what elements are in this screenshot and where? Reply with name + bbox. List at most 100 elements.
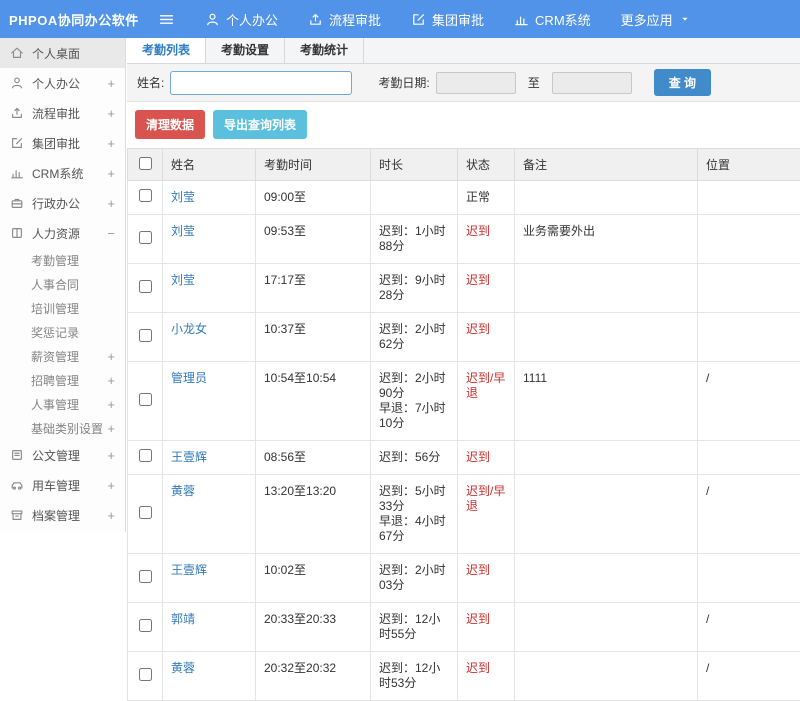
sidebar-subitem-training-management[interactable]: 培训管理	[0, 296, 125, 320]
flow-icon	[308, 12, 323, 27]
sidebar-item-human-resources[interactable]: 人力资源−	[0, 218, 125, 248]
nav-item-more-apps[interactable]: 更多应用	[621, 10, 691, 29]
expand-toggle-icon[interactable]: +	[107, 479, 115, 492]
expand-toggle-icon[interactable]: +	[107, 107, 115, 120]
row-checkbox[interactable]	[139, 393, 152, 406]
employee-name-link[interactable]: 刘莹	[171, 190, 195, 204]
status-text: 迟到	[466, 273, 490, 287]
row-checkbox[interactable]	[139, 619, 152, 632]
expand-toggle-icon[interactable]: +	[107, 374, 115, 387]
status-cell: 迟到	[458, 554, 515, 603]
sidebar-subitem-salary-management[interactable]: 薪资管理+	[0, 344, 125, 368]
name-cell: 黄蓉	[163, 652, 256, 701]
expand-toggle-icon[interactable]: +	[107, 509, 115, 522]
sidebar-subitem-hr-contract[interactable]: 人事合同	[0, 272, 125, 296]
sidebar-item-archive-management[interactable]: 档案管理+	[0, 500, 125, 530]
expand-toggle-icon[interactable]: +	[107, 197, 115, 210]
employee-name-link[interactable]: 黄蓉	[171, 661, 195, 675]
sidebar-item-group-approval[interactable]: 集团审批+	[0, 128, 125, 158]
time-cell: 17:17至	[256, 264, 371, 313]
remark-cell	[515, 554, 698, 603]
employee-name-link[interactable]: 刘莹	[171, 273, 195, 287]
export-list-button[interactable]: 导出查询列表	[213, 110, 307, 139]
table-row: 小龙女10:37至迟到：2小时62分迟到	[128, 313, 800, 362]
duration-cell: 迟到：2小时03分	[371, 554, 458, 603]
employee-name-link[interactable]: 黄蓉	[171, 484, 195, 498]
row-checkbox[interactable]	[139, 280, 152, 293]
row-checkbox[interactable]	[139, 570, 152, 583]
row-checkbox[interactable]	[139, 329, 152, 342]
select-all-checkbox[interactable]	[139, 157, 152, 170]
sidebar-item-personal-office[interactable]: 个人办公 +	[0, 68, 125, 98]
location-cell	[698, 264, 800, 313]
tab-attendance-stats[interactable]: 考勤统计	[285, 38, 364, 63]
sidebar-subitem-base-category-settings[interactable]: 基础类别设置+	[0, 416, 125, 440]
sidebar-subitem-reward-records[interactable]: 奖惩记录	[0, 320, 125, 344]
nav-item-crm-system[interactable]: CRM系统	[514, 10, 591, 29]
row-checkbox[interactable]	[139, 506, 152, 519]
sidebar-subitem-attendance-management[interactable]: 考勤管理	[0, 248, 125, 272]
name-cell: 刘莹	[163, 181, 256, 215]
sidebar-item-admin-office[interactable]: 行政办公+	[0, 188, 125, 218]
expand-toggle-icon[interactable]: +	[107, 422, 115, 435]
tab-attendance-list[interactable]: 考勤列表	[127, 38, 206, 63]
row-checkbox[interactable]	[139, 189, 152, 202]
name-cell: 黄蓉	[163, 475, 256, 554]
row-checkbox-cell	[128, 652, 163, 701]
expand-toggle-icon[interactable]: +	[107, 167, 115, 180]
location-cell	[698, 441, 800, 475]
employee-name-link[interactable]: 郭靖	[171, 612, 195, 626]
expand-toggle-icon[interactable]: +	[107, 137, 115, 150]
employee-name-link[interactable]: 刘莹	[171, 224, 195, 238]
tab-attendance-settings[interactable]: 考勤设置	[206, 38, 285, 63]
remark-cell	[515, 603, 698, 652]
column-header: 姓名	[163, 149, 256, 181]
expand-toggle-icon[interactable]: +	[107, 350, 115, 363]
row-checkbox-cell	[128, 215, 163, 264]
sidebar-item-label: 个人桌面	[32, 45, 80, 62]
row-checkbox[interactable]	[139, 668, 152, 681]
sidebar-subitem-label: 奖惩记录	[31, 324, 79, 341]
sidebar-subitem-recruitment-management[interactable]: 招聘管理+	[0, 368, 125, 392]
nav-item-group-approval[interactable]: 集团审批	[411, 10, 484, 29]
edit-icon	[411, 12, 426, 27]
nav-item-workflow-approval[interactable]: 流程审批	[308, 10, 381, 29]
employee-name-link[interactable]: 管理员	[171, 371, 207, 385]
clean-data-button[interactable]: 清理数据	[135, 110, 205, 139]
search-button[interactable]: 查 询	[654, 69, 711, 96]
sidebar-item-label: 个人办公	[32, 75, 80, 92]
sidebar-item-workflow-approval[interactable]: 流程审批+	[0, 98, 125, 128]
sidebar-item-document-management[interactable]: 公文管理+	[0, 440, 125, 470]
expand-toggle-icon[interactable]: +	[107, 449, 115, 462]
nav-item-personal-office[interactable]: 个人办公	[205, 10, 278, 29]
duration-text: 迟到：5小时33分	[379, 484, 449, 514]
expand-toggle-icon[interactable]: +	[107, 398, 115, 411]
time-cell: 09:00至	[256, 181, 371, 215]
sidebar-subitem-label: 人事合同	[31, 276, 79, 293]
employee-name-link[interactable]: 小龙女	[171, 322, 207, 336]
sidebar-item-crm-system[interactable]: CRM系统+	[0, 158, 125, 188]
app-logo: PHPOA协同办公软件	[0, 10, 152, 29]
action-bar: 清理数据 导出查询列表	[127, 102, 800, 148]
remark-cell: 1111	[515, 362, 698, 441]
row-checkbox[interactable]	[139, 231, 152, 244]
row-checkbox-cell	[128, 362, 163, 441]
attendance-time: 20:33至20:33	[264, 612, 336, 626]
expand-toggle-icon[interactable]: −	[107, 227, 115, 240]
time-cell: 10:02至	[256, 554, 371, 603]
sidebar-item-personal-desktop[interactable]: 个人桌面	[0, 38, 125, 68]
duration-cell: 迟到：56分	[371, 441, 458, 475]
status-cell: 迟到	[458, 652, 515, 701]
menu-toggle-button[interactable]	[152, 7, 181, 32]
expand-toggle-icon[interactable]: +	[107, 77, 115, 90]
name-input[interactable]	[170, 71, 352, 95]
employee-name-link[interactable]: 王壹辉	[171, 450, 207, 464]
date-to-input[interactable]	[552, 72, 632, 94]
employee-name-link[interactable]: 王壹辉	[171, 563, 207, 577]
sidebar-item-vehicle-management[interactable]: 用车管理+	[0, 470, 125, 500]
sidebar-subitem-personnel-management[interactable]: 人事管理+	[0, 392, 125, 416]
date-from-input[interactable]	[436, 72, 516, 94]
row-checkbox[interactable]	[139, 449, 152, 462]
header-checkbox-cell	[128, 149, 163, 181]
home-icon	[10, 46, 24, 60]
